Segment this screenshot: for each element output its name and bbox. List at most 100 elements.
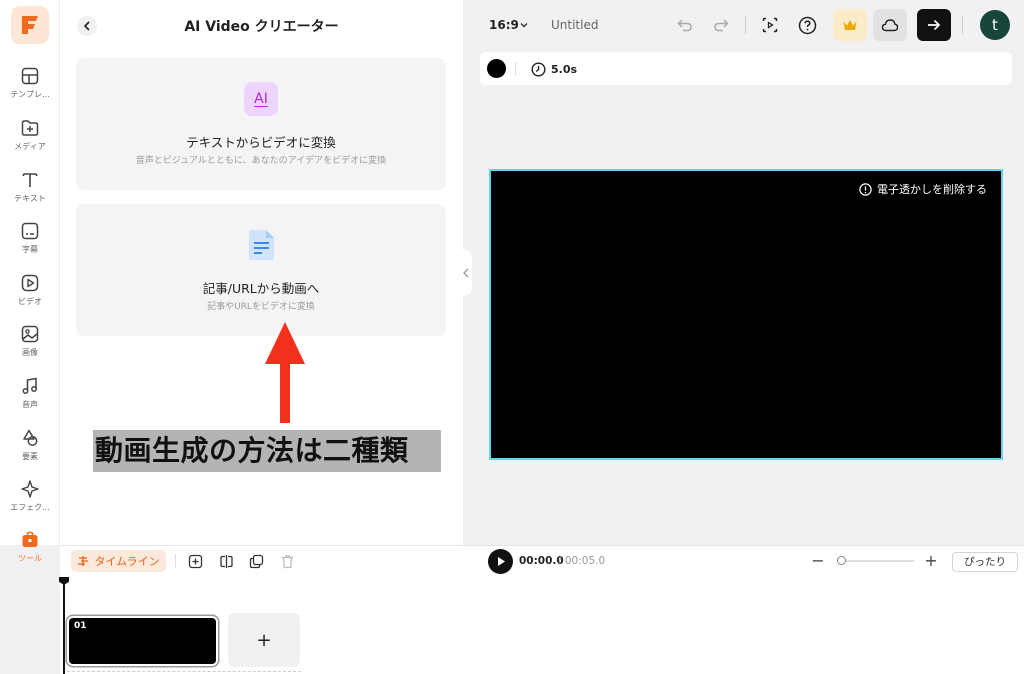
rail-item-audio[interactable]: 音声 xyxy=(0,376,60,422)
preview-button[interactable] xyxy=(759,14,781,36)
video-canvas[interactable]: 電子透かしを削除する xyxy=(489,169,1003,460)
rail-item-label: メディア xyxy=(14,142,46,151)
play-button[interactable] xyxy=(488,549,513,574)
aspect-ratio-select[interactable]: 16:9 xyxy=(489,18,519,32)
audio-track-placeholder xyxy=(67,671,301,673)
rail-item-label: 音声 xyxy=(22,400,38,409)
zoom-slider-track[interactable] xyxy=(838,560,914,562)
rail-item-label: テンプレ... xyxy=(10,90,50,99)
undo-icon xyxy=(677,19,692,32)
rail-item-label: 字幕 xyxy=(22,245,38,254)
rail-item-subtitles[interactable]: 字幕 xyxy=(0,221,60,267)
card-title: テキストからビデオに変換 xyxy=(186,135,336,150)
editor-topbar: 16:9 Untitled t xyxy=(463,0,1024,50)
document-title[interactable]: Untitled xyxy=(551,18,598,32)
preview-screen-icon xyxy=(762,17,778,33)
upgrade-button[interactable] xyxy=(833,9,867,41)
zoom-out-button[interactable]: − xyxy=(810,551,826,571)
logo-f-icon xyxy=(22,16,38,34)
card-subtitle: 記事やURLをビデオに変換 xyxy=(207,302,315,312)
user-avatar[interactable]: t xyxy=(980,10,1010,40)
rail-item-label: 画像 xyxy=(22,348,38,357)
add-clip-button[interactable]: + xyxy=(228,613,300,667)
rail-item-elements[interactable]: 要素 xyxy=(0,428,60,474)
shapes-icon xyxy=(23,429,38,446)
rail-item-effects[interactable]: エフェク... xyxy=(0,479,60,525)
remove-watermark-label: 電子透かしを削除する xyxy=(877,183,987,196)
cloud-icon xyxy=(881,19,899,32)
rail-item-text[interactable]: テキスト xyxy=(0,170,60,216)
article-to-video-card[interactable]: 記事/URLから動画へ 記事やURLをビデオに変換 xyxy=(76,204,446,336)
toolbar-divider xyxy=(962,16,963,34)
rail-item-images[interactable]: 画像 xyxy=(0,324,60,370)
rail-item-tools[interactable]: ツール xyxy=(0,530,60,576)
rail-item-label: エフェク... xyxy=(10,503,50,512)
export-button[interactable] xyxy=(917,9,951,41)
rail-item-label: テキスト xyxy=(14,194,46,203)
panel-collapse-handle[interactable] xyxy=(460,250,472,296)
timeline-toggle-button[interactable]: タイムライン xyxy=(71,550,166,572)
annotation-caption: 動画生成の方法は二種類 xyxy=(93,430,441,472)
document-icon xyxy=(244,228,278,262)
rail-item-templates[interactable]: テンプレ... xyxy=(0,66,60,112)
ai-badge-text: AI xyxy=(254,91,268,107)
rail-item-label: ビデオ xyxy=(18,297,42,306)
clock-icon xyxy=(531,61,546,77)
scene-duration-value: 5.0s xyxy=(551,62,578,76)
timeline-panel: タイムライン 00:00.0 / 00:05.0 − + ぴったり 01 + xyxy=(59,545,1024,674)
chevron-down-icon[interactable] xyxy=(519,20,529,30)
fit-to-screen-button[interactable]: ぴったり xyxy=(952,552,1018,572)
annotation-arrow-icon xyxy=(265,322,305,423)
toolbox-icon xyxy=(22,531,38,547)
play-icon xyxy=(497,557,505,566)
help-button[interactable] xyxy=(796,14,818,36)
text-icon xyxy=(22,173,38,187)
rail-item-media[interactable]: メディア xyxy=(0,118,60,164)
total-time: / 00:05.0 xyxy=(558,555,606,567)
template-icon xyxy=(21,67,39,85)
background-color-swatch[interactable] xyxy=(487,59,506,78)
property-divider xyxy=(515,62,516,76)
split-button[interactable] xyxy=(217,552,235,570)
scene-duration-button[interactable]: 5.0s xyxy=(531,60,577,78)
delete-button[interactable] xyxy=(278,552,296,570)
video-play-icon xyxy=(21,274,39,292)
card-title: 記事/URLから動画へ xyxy=(202,281,320,296)
cloud-save-button[interactable] xyxy=(873,9,907,41)
undo-button[interactable] xyxy=(674,14,696,36)
redo-icon xyxy=(714,19,729,32)
scene-clip[interactable]: 01 xyxy=(67,616,218,666)
copy-icon xyxy=(249,554,263,568)
zoom-in-button[interactable]: + xyxy=(923,551,939,571)
trash-icon xyxy=(281,554,293,568)
rail-item-video[interactable]: ビデオ xyxy=(0,273,60,319)
media-upload-icon xyxy=(21,120,39,136)
timeline-icon xyxy=(78,556,89,566)
help-circle-icon xyxy=(798,16,816,34)
rail-item-label: 要素 xyxy=(22,452,38,461)
redo-button[interactable] xyxy=(710,14,732,36)
zoom-slider-handle[interactable] xyxy=(837,556,846,565)
subtitle-icon xyxy=(21,222,39,240)
rail-item-label: ツール xyxy=(18,554,42,563)
arrow-right-icon xyxy=(928,19,941,31)
clip-number: 01 xyxy=(74,621,87,631)
info-circle-icon xyxy=(859,182,872,196)
ai-badge-icon: AI xyxy=(244,82,278,116)
scene-property-bar: 5.0s xyxy=(480,52,1012,85)
split-icon xyxy=(219,554,233,568)
sparkle-icon xyxy=(21,480,39,498)
text-to-video-card[interactable]: AI テキストからビデオに変換 音声とビジュアルとともに、あなたのアイデアをビデ… xyxy=(76,58,446,190)
tool-rail: テンプレ... メディア テキスト 字幕 ビデオ 画像 音声 要素 エフェク..… xyxy=(0,0,60,563)
add-square-icon xyxy=(188,554,202,568)
chevron-left-icon xyxy=(463,268,469,278)
card-subtitle: 音声とビジュアルとともに、あなたのアイデアをビデオに変換 xyxy=(135,156,387,166)
playhead-line xyxy=(63,583,65,674)
duplicate-button[interactable] xyxy=(247,552,265,570)
remove-watermark-button[interactable]: 電子透かしを削除する xyxy=(859,181,987,197)
toolbar-divider xyxy=(745,16,746,34)
panel-title: AI Video クリエーター xyxy=(184,19,339,35)
add-scene-button[interactable] xyxy=(186,552,204,570)
app-logo[interactable] xyxy=(11,6,49,44)
timeline-divider xyxy=(175,554,176,568)
